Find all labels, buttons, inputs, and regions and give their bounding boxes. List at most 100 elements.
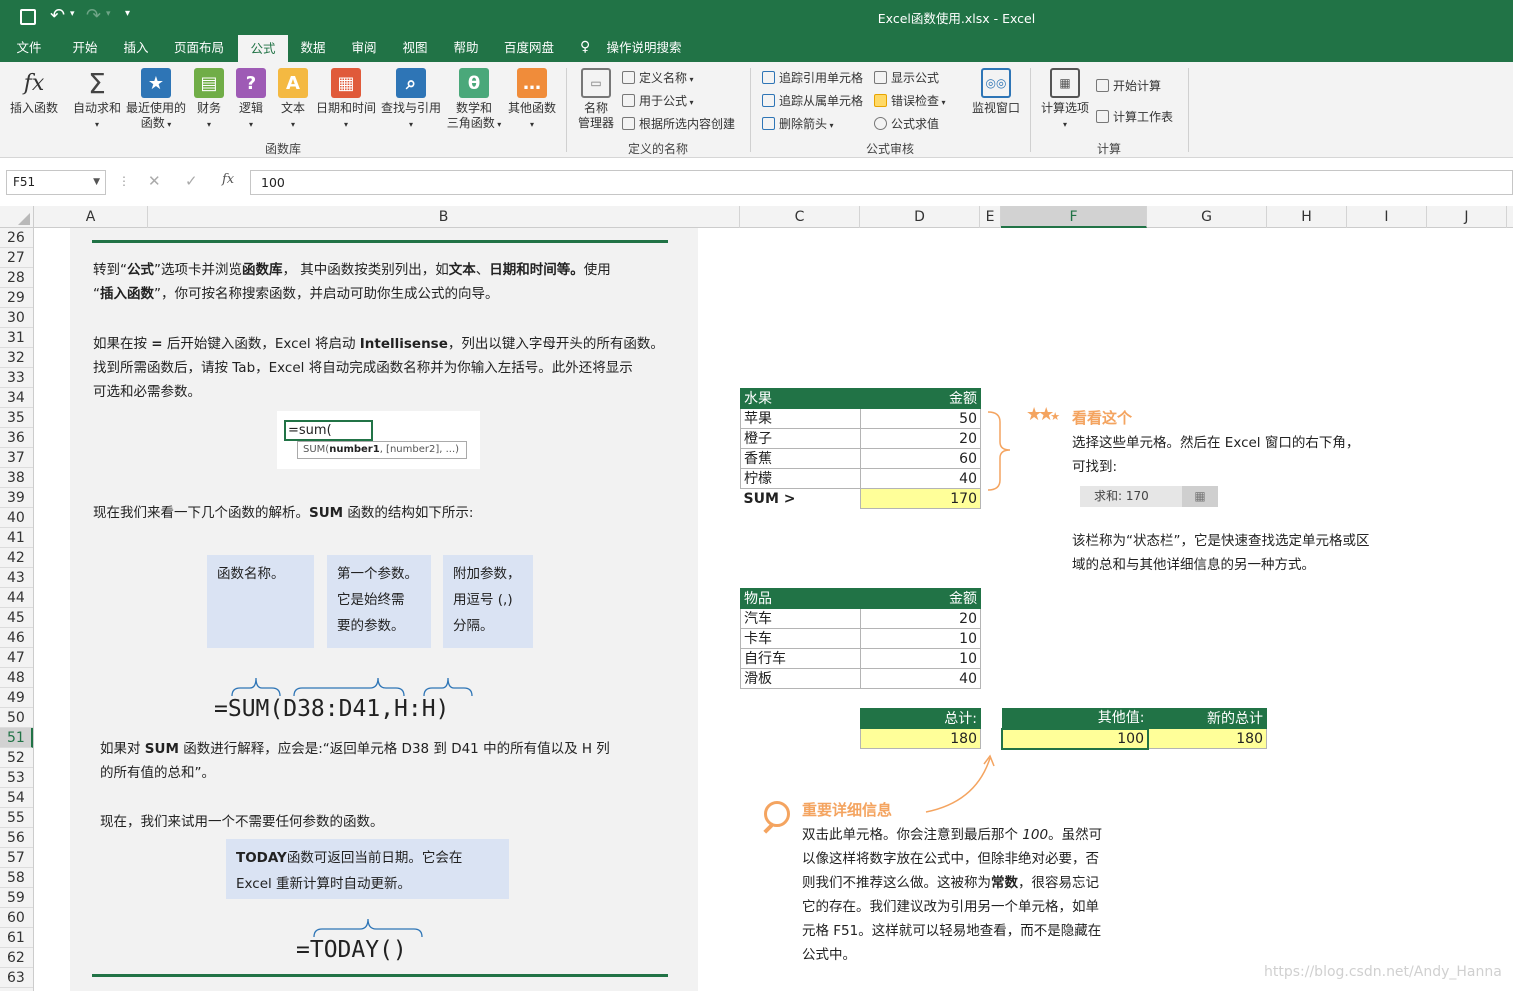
row-header-50[interactable]: 50	[0, 708, 33, 728]
worksheet-grid[interactable]: 转到“公式”选项卡并浏览函数库， 其中函数按类别列出，如文本、日期和时间等。使用…	[34, 228, 1513, 991]
tab-data[interactable]: 数据	[292, 34, 334, 62]
name-manager-button[interactable]: ▭ 名称 管理器	[574, 68, 618, 131]
row-header-34[interactable]: 34	[0, 388, 33, 408]
tab-file[interactable]: 文件	[8, 34, 50, 62]
trace-dependents-button[interactable]: 追踪从属单元格	[762, 92, 863, 110]
row-header-55[interactable]: 55	[0, 808, 33, 828]
row-header-60[interactable]: 60	[0, 908, 33, 928]
row-header-43[interactable]: 43	[0, 568, 33, 588]
show-formulas-button[interactable]: 显示公式	[874, 69, 939, 87]
row-header-41[interactable]: 41	[0, 528, 33, 548]
trace-precedents-button[interactable]: 追踪引用单元格	[762, 69, 863, 87]
fruit-header[interactable]: 水果	[740, 388, 861, 409]
table-cell[interactable]: 10	[860, 628, 981, 649]
table-cell[interactable]: 60	[860, 448, 981, 469]
enter-icon[interactable]: ✓	[185, 172, 198, 190]
row-header-32[interactable]: 32	[0, 348, 33, 368]
lookup-reference-button[interactable]: ⌕ 查找与引用 ▾	[380, 68, 442, 132]
row-header-49[interactable]: 49	[0, 688, 33, 708]
table-cell[interactable]: 40	[860, 668, 981, 689]
selected-cell-f51[interactable]: 100	[1001, 727, 1149, 750]
tab-view[interactable]: 视图	[393, 34, 437, 62]
row-header-40[interactable]: 40	[0, 508, 33, 528]
row-header-53[interactable]: 53	[0, 768, 33, 788]
table-cell[interactable]: 20	[860, 428, 981, 449]
item-header[interactable]: 物品	[740, 588, 861, 609]
row-header-29[interactable]: 29	[0, 288, 33, 308]
define-name-button[interactable]: 定义名称 ▾	[622, 69, 694, 89]
column-header-e[interactable]: E	[980, 206, 1001, 228]
logical-button[interactable]: ? 逻辑 ▾	[234, 68, 268, 132]
datetime-button[interactable]: ▦ 日期和时间 ▾	[314, 68, 378, 132]
watch-window-button[interactable]: ◎◎ 监视窗口	[968, 68, 1024, 116]
row-header-54[interactable]: 54	[0, 788, 33, 808]
tab-baidu-netdisk[interactable]: 百度网盘	[496, 34, 562, 62]
text-button[interactable]: A 文本 ▾	[277, 68, 309, 132]
insert-function-fx-icon[interactable]: fx	[222, 172, 234, 187]
select-all-corner[interactable]	[0, 206, 34, 228]
other-value-label[interactable]: 其他值:	[1001, 708, 1149, 729]
more-functions-button[interactable]: … 其他函数 ▾	[506, 68, 558, 132]
table-row[interactable]: 滑板	[740, 668, 861, 689]
tab-insert[interactable]: 插入	[114, 34, 158, 62]
calculation-options-button[interactable]: ▦ 计算选项 ▾	[1038, 68, 1092, 132]
column-header-a[interactable]: A	[34, 206, 148, 228]
row-header-28[interactable]: 28	[0, 268, 33, 288]
cancel-icon[interactable]: ✕	[148, 172, 161, 190]
autosum-button[interactable]: Σ 自动求和 ▾	[70, 68, 124, 132]
remove-arrows-button[interactable]: 删除箭头 ▾	[762, 115, 834, 135]
tab-home[interactable]: 开始	[62, 34, 108, 62]
name-box[interactable]: F51 ▼	[6, 170, 106, 195]
amount-header[interactable]: 金额	[860, 588, 981, 609]
column-header-i[interactable]: I	[1347, 206, 1427, 228]
row-header-52[interactable]: 52	[0, 748, 33, 768]
tab-page-layout[interactable]: 页面布局	[165, 34, 233, 62]
use-in-formula-button[interactable]: 用于公式 ▾	[622, 92, 694, 112]
column-header-d[interactable]: D	[860, 206, 980, 228]
column-header-h[interactable]: H	[1267, 206, 1347, 228]
column-header-f[interactable]: F	[1001, 206, 1147, 228]
tab-formulas[interactable]: 公式	[238, 34, 288, 62]
row-header-51[interactable]: 51	[0, 728, 33, 748]
row-header-27[interactable]: 27	[0, 248, 33, 268]
name-box-dropdown-icon[interactable]: ▼	[93, 171, 100, 194]
table-row[interactable]: 汽车	[740, 608, 861, 629]
row-header-47[interactable]: 47	[0, 648, 33, 668]
column-header-c[interactable]: C	[740, 206, 860, 228]
row-header-62[interactable]: 62	[0, 948, 33, 968]
row-header-31[interactable]: 31	[0, 328, 33, 348]
row-header-61[interactable]: 61	[0, 928, 33, 948]
evaluate-formula-button[interactable]: 公式求值	[874, 115, 939, 133]
table-cell[interactable]: 20	[860, 608, 981, 629]
row-header-42[interactable]: 42	[0, 548, 33, 568]
row-header-63[interactable]: 63	[0, 968, 33, 988]
row-header-57[interactable]: 57	[0, 848, 33, 868]
insert-function-button[interactable]: fx 插入函数	[6, 68, 62, 116]
table-row[interactable]: 苹果	[740, 408, 861, 429]
total-label[interactable]: 总计:	[860, 708, 981, 729]
tell-me-search[interactable]: 操作说明搜索	[600, 34, 688, 62]
row-header-38[interactable]: 38	[0, 468, 33, 488]
table-row[interactable]: 柠檬	[740, 468, 861, 489]
row-header-46[interactable]: 46	[0, 628, 33, 648]
amount-header[interactable]: 金额	[860, 388, 981, 409]
table-row[interactable]: 自行车	[740, 648, 861, 669]
row-header-44[interactable]: 44	[0, 588, 33, 608]
row-header-35[interactable]: 35	[0, 408, 33, 428]
formula-input[interactable]: 100	[250, 170, 1513, 195]
column-header-g[interactable]: G	[1147, 206, 1267, 228]
row-header-33[interactable]: 33	[0, 368, 33, 388]
recently-used-button[interactable]: ★ 最近使用的 函数 ▾	[124, 68, 188, 132]
row-header-56[interactable]: 56	[0, 828, 33, 848]
error-checking-button[interactable]: 错误检查 ▾	[874, 92, 946, 112]
tab-review[interactable]: 审阅	[342, 34, 386, 62]
tab-help[interactable]: 帮助	[444, 34, 488, 62]
row-header-37[interactable]: 37	[0, 448, 33, 468]
column-header-b[interactable]: B	[148, 206, 740, 228]
table-row[interactable]: 橙子	[740, 428, 861, 449]
row-header-59[interactable]: 59	[0, 888, 33, 908]
sum-value[interactable]: 170	[860, 488, 981, 509]
table-row[interactable]: 卡车	[740, 628, 861, 649]
row-header-58[interactable]: 58	[0, 868, 33, 888]
table-cell[interactable]: 50	[860, 408, 981, 429]
